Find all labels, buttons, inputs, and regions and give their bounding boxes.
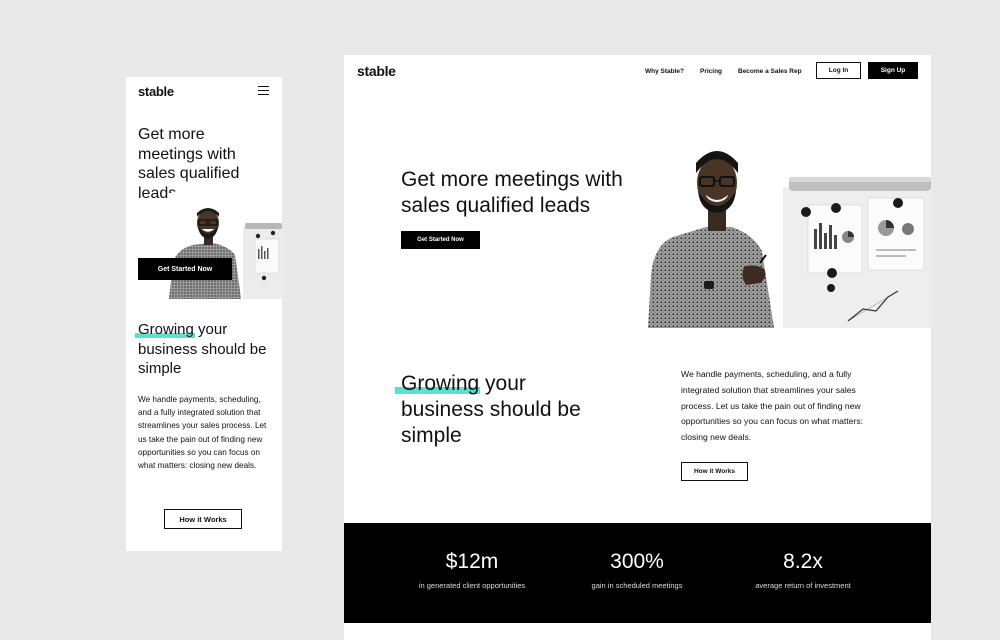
highlighted-word: Growing [138,321,194,338]
section-body: We handle payments, scheduling, and a fu… [681,369,864,443]
how-it-works-button[interactable]: How it Works [164,509,242,529]
section-title: Growing your business should be simple [138,320,278,379]
hero-image [648,125,931,328]
stats-band: $12m in generated client opportunities 3… [344,523,931,623]
hero-title: Get more meetings with sales qualified l… [138,126,240,202]
nav-become-sales-rep[interactable]: Become a Sales Rep [738,68,802,75]
get-started-button[interactable]: Get Started Now [401,231,480,249]
logo[interactable]: stable [357,63,396,79]
nav-pricing[interactable]: Pricing [700,68,722,75]
stat-item: 300% gain in scheduled meetings [557,549,717,590]
stat-label: average return of investment [755,581,851,590]
logo[interactable]: stable [138,84,174,99]
stat-label: gain in scheduled meetings [591,581,683,590]
desktop-mockup: stable Why Stable? Pricing Become a Sale… [344,55,931,640]
hero-image [169,193,282,299]
stat-value: $12m [445,550,499,573]
mobile-mockup: stable Get more meetings with sales qual… [126,77,282,551]
stat-item: 8.2x average return of investment [723,549,883,590]
highlighted-word: Growing [401,372,480,395]
signup-button[interactable]: Sign Up [868,62,918,79]
get-started-button[interactable]: Get Started Now [138,258,232,280]
stat-value: 8.2x [783,550,823,573]
stat-value: 300% [610,550,664,573]
stat-item: $12m in generated client opportunities [392,549,552,590]
section-title: Growing your business should be simple [401,371,601,449]
how-it-works-button[interactable]: How it Works [681,462,748,481]
stat-label: in generated client opportunities [418,581,526,590]
hamburger-menu-icon[interactable] [258,86,269,96]
nav-why-stable[interactable]: Why Stable? [645,68,684,75]
section-body: We handle payments, scheduling, and a fu… [138,395,267,471]
hero-title: Get more meetings with sales qualified l… [401,168,623,217]
login-button[interactable]: Log In [816,62,861,79]
